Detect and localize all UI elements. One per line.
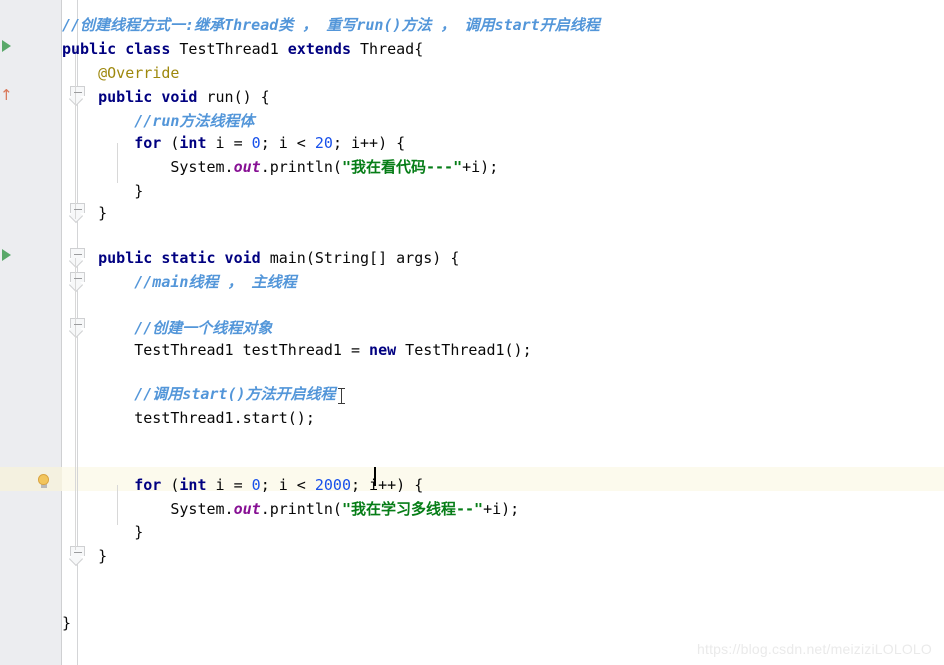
code-token: +i); xyxy=(462,158,499,176)
code-token: public void xyxy=(98,88,207,106)
code-token: } xyxy=(62,523,144,541)
code-line[interactable]: //run方法线程体 xyxy=(62,109,254,133)
code-line[interactable]: //创建一个线程对象 xyxy=(62,316,272,340)
code-token: public static void xyxy=(98,249,270,267)
blog-watermark: https://blog.csdn.net/meiziziLOLOLO xyxy=(697,641,932,657)
code-token: ; i++) { xyxy=(332,134,406,152)
code-token: //调用start()方法开启线程 xyxy=(62,385,336,403)
code-token: ; i < xyxy=(260,134,315,152)
code-token: } xyxy=(62,204,108,222)
code-token: TestThread1 xyxy=(179,40,288,58)
code-line[interactable]: //创建线程方式一:继承Thread类 ， 重写run()方法 ， 调用star… xyxy=(62,13,600,37)
code-token: run() { xyxy=(206,88,270,106)
code-token: Thread{ xyxy=(360,40,424,58)
code-token: //创建线程方式一:继承Thread类 ， 重写run()方法 ， 调用star… xyxy=(62,16,600,34)
text-caret xyxy=(374,467,376,486)
code-line[interactable]: for (int i = 0; i < 20; i++) { xyxy=(62,131,405,155)
code-token: .println( xyxy=(260,500,342,518)
code-token: ; i < xyxy=(260,476,315,494)
code-token: } xyxy=(62,614,72,632)
code-line[interactable]: for (int i = 0; i < 2000; i++) { xyxy=(62,473,423,497)
code-token: "我在看代码---" xyxy=(341,158,463,176)
code-token: TestThread1(); xyxy=(405,341,532,359)
code-token: out xyxy=(233,158,261,176)
run-play-icon[interactable] xyxy=(2,40,11,52)
code-text-area[interactable]: //创建线程方式一:继承Thread类 ， 重写run()方法 ， 调用star… xyxy=(62,0,944,665)
code-line[interactable]: //调用start()方法开启线程 xyxy=(62,382,336,406)
code-line[interactable]: public static void main(String[] args) { xyxy=(62,246,459,270)
code-line[interactable]: TestThread1 testThread1 = new TestThread… xyxy=(62,338,532,362)
code-token: TestThread1 testThread1 = xyxy=(62,341,370,359)
code-token: System. xyxy=(62,500,234,518)
run-play-icon[interactable] xyxy=(2,249,11,261)
code-line[interactable]: } xyxy=(62,544,107,568)
code-line[interactable]: } xyxy=(62,201,107,225)
code-line[interactable]: public void run() { xyxy=(62,85,270,109)
code-line[interactable]: } xyxy=(62,179,143,203)
code-token: i = xyxy=(215,134,252,152)
code-line[interactable]: System.out.println("我在看代码---"+i); xyxy=(62,155,498,179)
code-token: public class xyxy=(62,40,180,58)
code-token: 0 xyxy=(251,134,261,152)
code-line[interactable]: System.out.println("我在学习多线程--"+i); xyxy=(62,497,519,521)
code-token: int xyxy=(179,134,216,152)
code-token: new xyxy=(369,341,406,359)
code-line[interactable]: } xyxy=(62,611,71,635)
code-token: 2000 xyxy=(314,476,351,494)
code-line[interactable]: public class TestThread1 extends Thread{ xyxy=(62,37,423,61)
code-token: @Override xyxy=(62,64,180,82)
code-token: for xyxy=(134,134,171,152)
code-token: int xyxy=(179,476,216,494)
code-token: 0 xyxy=(251,476,261,494)
code-line[interactable]: testThread1.start(); xyxy=(62,406,315,430)
code-token: System. xyxy=(62,158,234,176)
code-token: .println( xyxy=(260,158,342,176)
code-token: main(String[] args) { xyxy=(269,249,460,267)
code-token: } xyxy=(62,182,144,200)
code-token: +i); xyxy=(483,500,520,518)
code-token: extends xyxy=(287,40,361,58)
code-editor[interactable]: ↑ //创建线程方式一:继承Thread类 ， 重写run()方法 ， 调用st… xyxy=(0,0,944,665)
code-token: 20 xyxy=(314,134,333,152)
code-token: ; i++) { xyxy=(351,476,424,494)
override-method-up-arrow-icon[interactable]: ↑ xyxy=(0,87,13,103)
code-token: for xyxy=(134,476,171,494)
code-token: //main线程 ， 主线程 xyxy=(62,273,297,291)
code-line[interactable]: @Override xyxy=(62,61,179,85)
code-token: testThread1.start(); xyxy=(62,409,315,427)
code-line[interactable]: //main线程 ， 主线程 xyxy=(62,270,297,294)
code-token: //创建一个线程对象 xyxy=(62,319,273,337)
code-token: i = xyxy=(215,476,252,494)
code-token: } xyxy=(62,547,108,565)
code-line[interactable]: } xyxy=(62,520,143,544)
code-token: //run方法线程体 xyxy=(62,112,255,130)
intention-bulb-icon[interactable] xyxy=(36,474,52,490)
code-token: "我在学习多线程--" xyxy=(341,500,484,518)
code-token: out xyxy=(233,500,261,518)
caret-line-gutter-highlight xyxy=(0,467,62,491)
